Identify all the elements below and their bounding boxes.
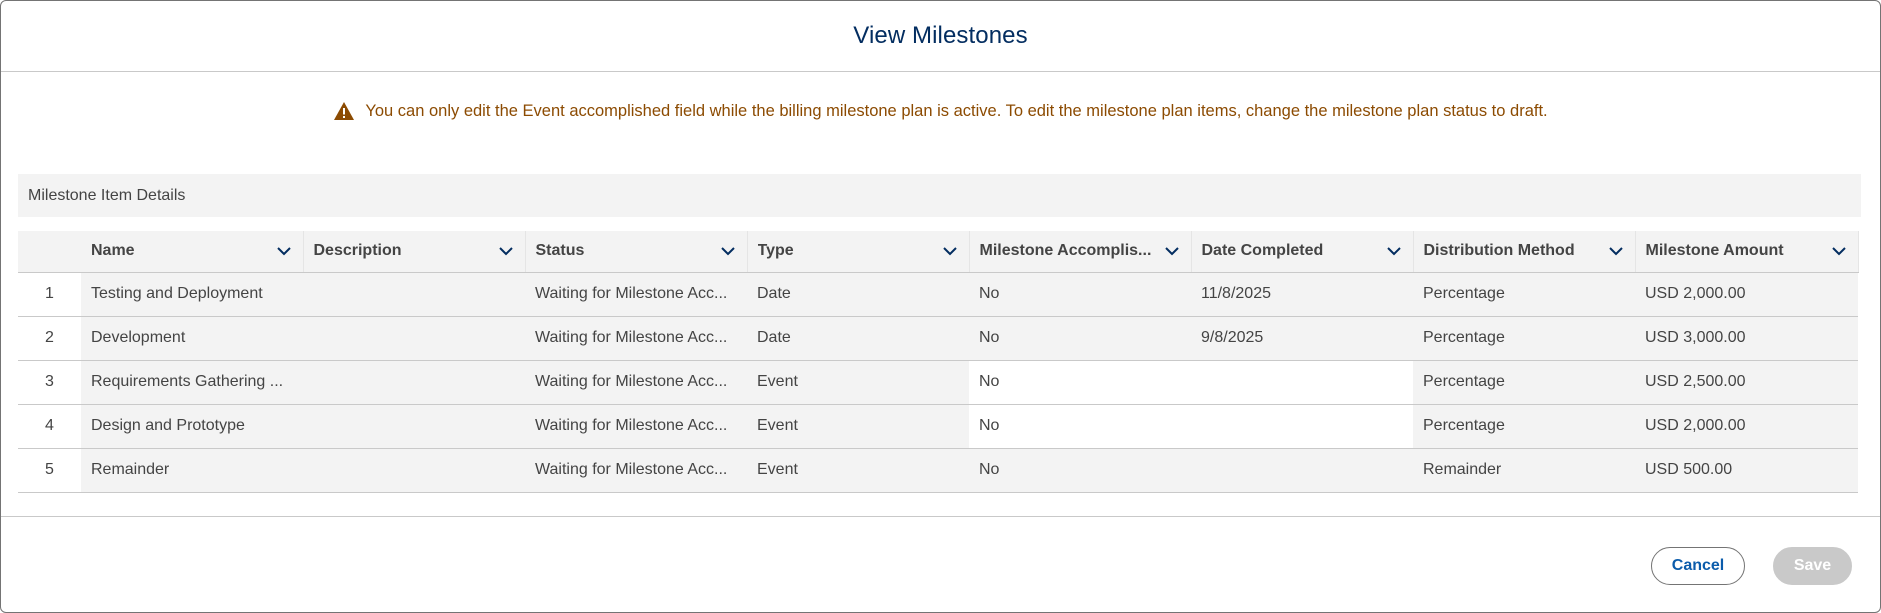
chevron-down-icon[interactable]	[275, 242, 293, 260]
cell-status: Waiting for Milestone Acc...	[525, 272, 747, 317]
cell-name: Remainder	[81, 448, 303, 493]
chevron-down-icon[interactable]	[1607, 242, 1625, 260]
modal-title: View Milestones	[853, 22, 1028, 49]
table-row: 2 Development Waiting for Milestone Acc.…	[18, 316, 1858, 361]
section-title-label: Milestone Item Details	[28, 186, 186, 204]
cell-name: Requirements Gathering ...	[81, 360, 303, 405]
modal-header: View Milestones	[1, 1, 1880, 72]
cell-milestone-amount: USD 2,500.00	[1635, 360, 1858, 405]
cell-distribution-method: Percentage	[1413, 360, 1635, 405]
table-row: 3 Requirements Gathering ... Waiting for…	[18, 360, 1858, 405]
warning-text: You can only edit the Event accomplished…	[365, 101, 1548, 120]
cell-accomplished-editable[interactable]: No	[969, 404, 1191, 449]
chevron-down-icon[interactable]	[1385, 242, 1403, 260]
cell-type: Date	[747, 272, 969, 317]
milestone-items-table: Name Description Status Type Milestone A…	[18, 231, 1859, 493]
view-milestones-modal: View Milestones You can only edit the Ev…	[0, 0, 1881, 613]
save-button[interactable]: Save	[1773, 547, 1852, 585]
warning-message: You can only edit the Event accomplished…	[1, 101, 1880, 121]
cell-status: Waiting for Milestone Acc...	[525, 404, 747, 449]
cell-name: Development	[81, 316, 303, 361]
cell-date-completed	[1191, 448, 1413, 493]
cancel-button[interactable]: Cancel	[1651, 547, 1745, 585]
row-number: 4	[18, 404, 81, 449]
warning-icon	[334, 102, 355, 120]
table-row: 5 Remainder Waiting for Milestone Acc...…	[18, 448, 1858, 493]
section-title: Milestone Item Details	[18, 174, 1861, 217]
cell-milestone-amount: USD 2,000.00	[1635, 404, 1858, 449]
row-number: 1	[18, 272, 81, 317]
cell-distribution-method: Percentage	[1413, 316, 1635, 361]
cell-name: Design and Prototype	[81, 404, 303, 449]
column-header-date-completed[interactable]: Date Completed	[1191, 231, 1414, 273]
table-row: 4 Design and Prototype Waiting for Miles…	[18, 404, 1858, 449]
cell-type: Event	[747, 360, 969, 405]
cell-description	[303, 360, 525, 405]
chevron-down-icon[interactable]	[941, 242, 959, 260]
column-header-distribution-method[interactable]: Distribution Method	[1413, 231, 1636, 273]
chevron-down-icon[interactable]	[1830, 242, 1848, 260]
row-number: 2	[18, 316, 81, 361]
column-header-milestone-amount[interactable]: Milestone Amount	[1635, 231, 1859, 273]
table-row: 1 Testing and Deployment Waiting for Mil…	[18, 272, 1858, 317]
row-number: 3	[18, 360, 81, 405]
table-header-row: Name Description Status Type Milestone A…	[18, 231, 1859, 273]
cell-milestone-amount: USD 2,000.00	[1635, 272, 1858, 317]
cell-date-completed: 11/8/2025	[1191, 272, 1413, 317]
chevron-down-icon[interactable]	[1163, 242, 1181, 260]
cell-description	[303, 272, 525, 317]
cell-status: Waiting for Milestone Acc...	[525, 448, 747, 493]
cell-milestone-amount: USD 3,000.00	[1635, 316, 1858, 361]
chevron-down-icon[interactable]	[719, 242, 737, 260]
cell-date-completed	[1191, 360, 1413, 405]
cell-distribution-method: Percentage	[1413, 272, 1635, 317]
cell-type: Event	[747, 448, 969, 493]
column-header-milestone-accomplished[interactable]: Milestone Accomplis...	[969, 231, 1192, 273]
cell-accomplished-editable[interactable]: No	[969, 360, 1191, 405]
cell-type: Event	[747, 404, 969, 449]
cell-milestone-amount: USD 500.00	[1635, 448, 1858, 493]
cell-date-completed: 9/8/2025	[1191, 316, 1413, 361]
cell-accomplished: No	[969, 448, 1191, 493]
cell-status: Waiting for Milestone Acc...	[525, 360, 747, 405]
column-header-description[interactable]: Description	[303, 231, 526, 273]
cell-distribution-method: Remainder	[1413, 448, 1635, 493]
cell-distribution-method: Percentage	[1413, 404, 1635, 449]
cell-name: Testing and Deployment	[81, 272, 303, 317]
cell-description	[303, 316, 525, 361]
cell-status: Waiting for Milestone Acc...	[525, 316, 747, 361]
modal-footer: Cancel Save	[1, 516, 1880, 612]
column-header-status[interactable]: Status	[525, 231, 748, 273]
column-header-type[interactable]: Type	[747, 231, 970, 273]
cell-description	[303, 448, 525, 493]
cell-accomplished: No	[969, 316, 1191, 361]
cell-date-completed	[1191, 404, 1413, 449]
chevron-down-icon[interactable]	[497, 242, 515, 260]
cell-description	[303, 404, 525, 449]
cell-type: Date	[747, 316, 969, 361]
column-header-name[interactable]: Name	[81, 231, 304, 273]
row-number-header	[18, 231, 81, 273]
row-number: 5	[18, 448, 81, 493]
cell-accomplished: No	[969, 272, 1191, 317]
